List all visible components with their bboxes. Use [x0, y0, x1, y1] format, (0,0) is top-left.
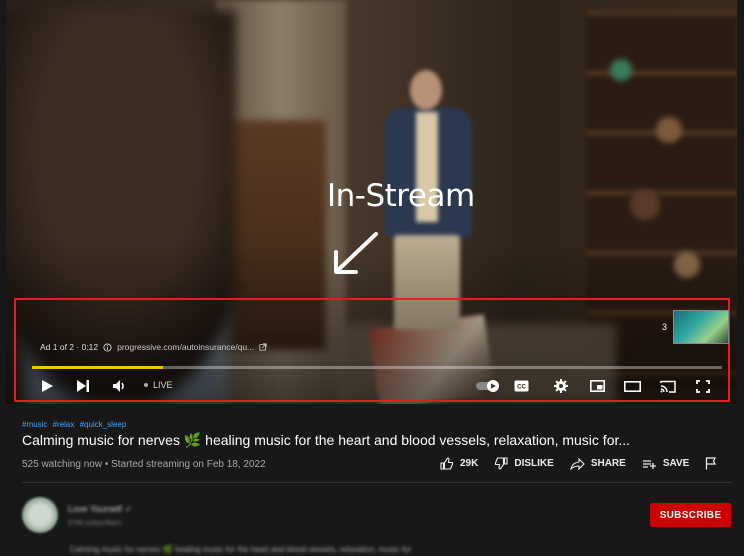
ad-thumbnail-group[interactable]: 3: [662, 310, 730, 344]
hashtag-link[interactable]: #music: [22, 420, 47, 429]
video-meta: 525 watching now • Started streaming on …: [22, 459, 266, 470]
dislike-button[interactable]: DISLIKE: [494, 457, 554, 470]
annotation-arrow-icon: [334, 232, 378, 274]
annotation-label: In-Stream: [327, 178, 475, 214]
video-title-text: Calming music for nerves: [22, 432, 184, 448]
save-button[interactable]: SAVE: [642, 458, 690, 470]
ad-info-text: Ad 1 of 2 · 0:12: [40, 342, 99, 352]
subscribe-button[interactable]: SUBSCRIBE: [650, 503, 731, 527]
volume-icon: [112, 380, 124, 392]
dislike-label: DISLIKE: [514, 458, 554, 469]
share-icon: [570, 457, 585, 470]
live-indicator[interactable]: LIVE: [144, 380, 173, 390]
next-button[interactable]: [74, 375, 92, 397]
share-button[interactable]: SHARE: [570, 457, 626, 470]
add-to-playlist-icon: [642, 459, 656, 469]
video-actions: 29K DISLIKE SHARE SAVE: [440, 457, 733, 470]
play-button[interactable]: [38, 375, 56, 397]
settings-button[interactable]: [552, 375, 570, 397]
ad-thumbnail-count: 3: [662, 322, 668, 332]
player-controls: LIVE CC: [32, 375, 722, 397]
cast-icon: [660, 380, 676, 393]
thumbs-up-icon: [440, 457, 454, 470]
ad-url-link[interactable]: progressive.com/autoinsurance/qu...: [117, 342, 254, 352]
fullscreen-button[interactable]: [694, 375, 712, 397]
video-title-text-rest: healing music for the heart and blood ve…: [201, 432, 631, 448]
like-count: 29K: [460, 458, 479, 469]
gear-icon: [554, 379, 568, 393]
external-link-icon[interactable]: [259, 343, 267, 351]
like-button[interactable]: 29K: [440, 457, 478, 470]
divider: [22, 482, 732, 483]
hashtag-link[interactable]: #quick_sleep: [80, 420, 127, 429]
live-dot-icon: [144, 383, 148, 387]
cast-button[interactable]: [659, 375, 677, 397]
autoplay-toggle-icon: [476, 380, 499, 392]
skip-next-icon: [77, 380, 89, 392]
svg-text:CC: CC: [517, 385, 526, 391]
progress-bar[interactable]: [32, 366, 722, 369]
play-icon: [42, 380, 53, 392]
miniplayer-icon: [589, 380, 605, 392]
leaf-emoji: 🌿: [183, 432, 202, 448]
report-button[interactable]: [705, 457, 717, 470]
flag-icon: [706, 457, 717, 470]
channel-name[interactable]: Love Yourself ✓: [68, 504, 132, 515]
share-label: SHARE: [590, 458, 626, 469]
video-title: Calming music for nerves 🌿 healing music…: [22, 432, 630, 449]
autoplay-toggle[interactable]: [474, 375, 502, 397]
theater-mode-icon: [623, 380, 641, 392]
thumbs-down-icon: [495, 457, 508, 470]
live-label: LIVE: [153, 380, 173, 390]
volume-button[interactable]: [110, 375, 128, 397]
progress-fill: [32, 366, 164, 369]
captions-button[interactable]: CC: [512, 375, 530, 397]
info-icon[interactable]: [103, 342, 112, 352]
channel-info: Love Yourself ✓ 5760 subscribers: [22, 497, 132, 533]
video-description: Calming music for nerves 🌿 healing music…: [70, 545, 412, 554]
fullscreen-icon: [696, 379, 710, 393]
avatar[interactable]: [22, 497, 58, 533]
hashtag-link[interactable]: #relax: [53, 420, 75, 429]
ad-thumbnail[interactable]: [673, 310, 730, 344]
save-label: SAVE: [662, 458, 690, 469]
theater-mode-button[interactable]: [622, 375, 642, 397]
miniplayer-button[interactable]: [588, 375, 606, 397]
subscriber-count: 5760 subscribers: [68, 519, 122, 527]
ad-info: Ad 1 of 2 · 0:12 progressive.com/autoins…: [40, 342, 267, 352]
closed-captions-icon: CC: [514, 380, 528, 392]
hashtags: #music #relax #quick_sleep: [22, 420, 129, 429]
